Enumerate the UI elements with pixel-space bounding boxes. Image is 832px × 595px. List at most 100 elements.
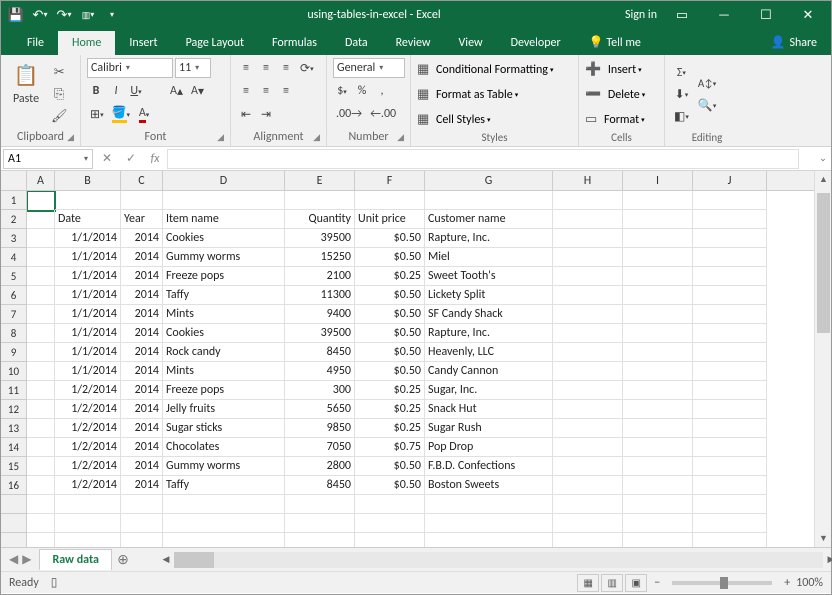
sheet-tab-raw-data[interactable]: Raw data (39, 549, 111, 570)
horizontal-scrollbar[interactable]: ◀ ▶ (174, 552, 823, 568)
cell[interactable]: 1/1/2014 (55, 229, 121, 248)
cell[interactable] (693, 381, 767, 400)
row-header[interactable]: 1 (1, 191, 26, 210)
cell[interactable]: 7050 (285, 438, 355, 457)
redo-icon[interactable]: ↷▾ (53, 4, 75, 26)
column-header[interactable]: H (553, 171, 623, 190)
cell[interactable] (623, 248, 693, 267)
increase-decimal-button[interactable]: .00→ (333, 104, 365, 124)
cell[interactable]: 2014 (121, 438, 163, 457)
cell[interactable]: 2800 (285, 457, 355, 476)
cell[interactable]: 1/1/2014 (55, 324, 121, 343)
row-header[interactable]: 5 (1, 267, 26, 286)
cell[interactable]: 1/1/2014 (55, 286, 121, 305)
hscroll-thumb[interactable] (174, 552, 214, 568)
cell[interactable]: 1/2/2014 (55, 400, 121, 419)
tab-home[interactable]: Home (58, 31, 115, 55)
normal-view-button[interactable]: ▦ (577, 574, 599, 592)
scroll-right-icon[interactable]: ▶ (823, 552, 832, 568)
cell[interactable] (27, 324, 55, 343)
cell[interactable] (355, 191, 425, 210)
cell[interactable] (623, 438, 693, 457)
cell[interactable]: 8450 (285, 343, 355, 362)
cell[interactable]: Rapture, Inc. (425, 229, 553, 248)
percent-button[interactable]: % (353, 81, 371, 101)
cell[interactable] (693, 191, 767, 210)
row-header[interactable]: 11 (1, 381, 26, 400)
orientation-button[interactable]: ⟳▾ (297, 58, 317, 78)
tab-review[interactable]: Review (382, 31, 445, 55)
decrease-indent-button[interactable]: ⇤ (237, 104, 255, 124)
cell[interactable]: Jelly fruits (163, 400, 285, 419)
autosum-button[interactable]: Σ▾ (672, 63, 690, 83)
cell[interactable] (693, 324, 767, 343)
cell[interactable] (623, 286, 693, 305)
cell[interactable]: 2014 (121, 457, 163, 476)
cell[interactable]: 2014 (121, 324, 163, 343)
cell[interactable]: Sugar Rush (425, 419, 553, 438)
row-header[interactable]: 12 (1, 400, 26, 419)
cell[interactable] (693, 305, 767, 324)
cell[interactable]: Cookies (163, 324, 285, 343)
cell[interactable]: 1/2/2014 (55, 476, 121, 495)
cell[interactable]: 2014 (121, 362, 163, 381)
cell[interactable] (285, 191, 355, 210)
column-header[interactable]: D (163, 171, 285, 190)
cell[interactable] (27, 191, 55, 211)
sheet-nav[interactable]: ◀▶ (1, 552, 39, 567)
cell[interactable] (623, 381, 693, 400)
cell[interactable]: Item name (163, 210, 285, 229)
increase-font-button[interactable]: A▴ (167, 81, 186, 101)
cell[interactable]: Mints (163, 362, 285, 381)
cell[interactable]: 2014 (121, 267, 163, 286)
cell[interactable]: 300 (285, 381, 355, 400)
underline-button[interactable]: U▾ (127, 81, 145, 101)
cell[interactable]: $0.50 (355, 457, 425, 476)
cell[interactable] (553, 457, 623, 476)
close-button[interactable]: ✕ (789, 3, 827, 27)
cell[interactable]: 1/2/2014 (55, 419, 121, 438)
cell[interactable]: Lickety Split (425, 286, 553, 305)
row-header[interactable]: 15 (1, 457, 26, 476)
page-layout-view-button[interactable]: ▥ (601, 574, 623, 592)
cell[interactable]: $0.50 (355, 343, 425, 362)
formula-input[interactable] (167, 149, 799, 169)
cell[interactable] (553, 210, 623, 229)
cell[interactable] (55, 514, 121, 533)
cell[interactable]: $0.50 (355, 324, 425, 343)
cell[interactable] (27, 286, 55, 305)
cell[interactable]: 2014 (121, 305, 163, 324)
cell[interactable] (553, 362, 623, 381)
cell[interactable]: Taffy (163, 286, 285, 305)
scroll-up-icon[interactable]: ▲ (815, 171, 832, 188)
cell[interactable]: 9850 (285, 419, 355, 438)
cell[interactable] (27, 533, 55, 547)
cell[interactable]: Taffy (163, 476, 285, 495)
cell[interactable]: 2014 (121, 476, 163, 495)
cell[interactable]: 1/1/2014 (55, 248, 121, 267)
cell[interactable]: Date (55, 210, 121, 229)
cell[interactable] (27, 514, 55, 533)
cell[interactable]: $0.50 (355, 305, 425, 324)
cell[interactable] (553, 438, 623, 457)
select-all-corner[interactable] (1, 171, 27, 191)
cell[interactable]: Boston Sweets (425, 476, 553, 495)
cell[interactable] (553, 476, 623, 495)
cell[interactable] (27, 457, 55, 476)
column-header[interactable]: C (121, 171, 163, 190)
column-header[interactable]: J (693, 171, 767, 190)
cell[interactable] (623, 533, 693, 547)
row-header[interactable]: 14 (1, 438, 26, 457)
cell[interactable]: Year (121, 210, 163, 229)
cell[interactable]: 11300 (285, 286, 355, 305)
cell[interactable] (553, 305, 623, 324)
font-color-button[interactable]: A▾ (135, 104, 153, 124)
cell[interactable] (693, 267, 767, 286)
zoom-out-button[interactable]: − (654, 576, 660, 590)
cell[interactable] (623, 229, 693, 248)
cell[interactable]: Unit price (355, 210, 425, 229)
cell-styles-button[interactable]: ▦ Cell Styles▾ (417, 112, 572, 127)
number-format-select[interactable]: General▾ (333, 58, 405, 78)
cell[interactable]: 2014 (121, 400, 163, 419)
increase-indent-button[interactable]: ⇥ (257, 104, 275, 124)
